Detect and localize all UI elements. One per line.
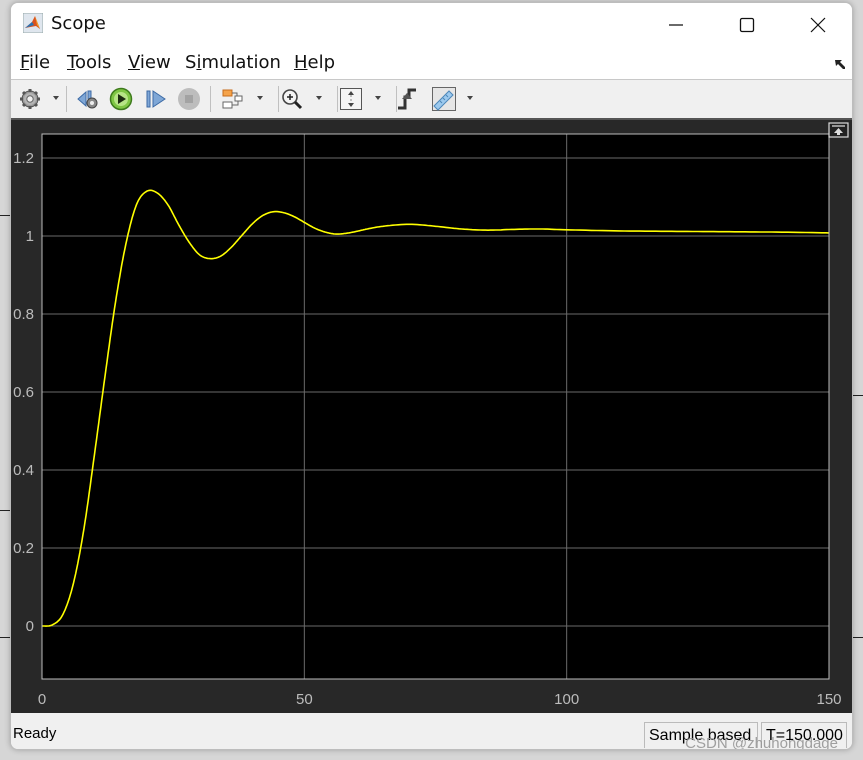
y-tick-label: 1.2: [13, 150, 34, 167]
minimize-icon: [669, 24, 683, 26]
minimize-button[interactable]: [656, 11, 696, 39]
highlight-dropdown-arrow[interactable]: [257, 96, 263, 100]
measurements-button[interactable]: [430, 85, 458, 113]
toolbar-separator: [210, 86, 211, 112]
step-forward-icon: [146, 90, 166, 108]
scale-dropdown-arrow[interactable]: [375, 96, 381, 100]
maximize-button[interactable]: [727, 11, 767, 39]
close-icon: [810, 17, 826, 33]
fit-axes-icon: [340, 88, 362, 110]
menu-help[interactable]: Help: [294, 52, 335, 73]
menu-view-rest: iew: [139, 52, 171, 73]
close-button[interactable]: [798, 11, 838, 39]
settings-dropdown-arrow[interactable]: [53, 96, 59, 100]
y-tick-label: 0.6: [13, 384, 34, 401]
y-tick-label: 0: [26, 618, 34, 635]
menu-simulation-rest: mulation: [201, 52, 281, 73]
menu-view-mnemonic: V: [128, 52, 140, 73]
status-bar: Ready Sample based T=150.000 CSDN @zhuho…: [11, 713, 852, 749]
matlab-logo-icon: [22, 12, 44, 34]
status-text: Ready: [13, 725, 57, 742]
zoom-dropdown-arrow[interactable]: [316, 96, 322, 100]
background-line: [852, 395, 863, 396]
triggers-button[interactable]: [394, 85, 420, 113]
menu-view[interactable]: View: [128, 52, 171, 73]
gear-icon: [20, 89, 40, 109]
x-tick-label: 50: [296, 691, 313, 708]
step-forward-button[interactable]: [143, 85, 169, 113]
play-icon: [109, 87, 133, 111]
title-bar[interactable]: Scope: [11, 3, 852, 45]
settings-button[interactable]: [17, 85, 43, 113]
scale-axes-button[interactable]: [338, 85, 364, 113]
menu-file-mnemonic: F: [20, 52, 30, 73]
step-back-button[interactable]: [75, 85, 101, 113]
y-tick-label: 0.8: [13, 306, 34, 323]
background-line: [852, 637, 863, 638]
stop-icon: [178, 88, 200, 110]
zoom-in-icon: [282, 89, 303, 110]
y-tick-label: 1: [26, 228, 34, 245]
scope-plot[interactable]: 0 0.2 0.4 0.6 0.8 1 1.2 0 50 100 150: [11, 120, 852, 713]
scope-window: Scope File Tools View Simulation Help 0 …: [10, 2, 853, 750]
menu-help-mnemonic: H: [294, 52, 308, 73]
axes-background: [42, 134, 829, 679]
scope-display: 0 0.2 0.4 0.6 0.8 1 1.2 0 50 100 150: [11, 120, 852, 713]
undock-plot-button[interactable]: [828, 122, 849, 138]
menu-help-rest: elp: [307, 52, 336, 73]
menu-simulation-pre: S: [185, 52, 197, 73]
step-back-icon: [77, 90, 98, 109]
background-line: [0, 510, 10, 511]
maximize-icon: [739, 17, 755, 33]
menu-file[interactable]: File: [20, 52, 50, 73]
trigger-icon: [398, 88, 416, 110]
toolbar-separator: [66, 86, 67, 112]
y-tick-label: 0.2: [13, 540, 34, 557]
background-line: [0, 215, 10, 216]
ruler-icon: [432, 87, 456, 111]
stop-button[interactable]: [176, 85, 202, 113]
toolbar: [11, 80, 852, 120]
window-title: Scope: [51, 13, 106, 34]
y-tick-label: 0.4: [13, 462, 34, 479]
run-button[interactable]: [108, 85, 134, 113]
undock-arrow-icon[interactable]: [834, 57, 846, 69]
menu-tools-rest: ools: [74, 52, 112, 73]
zoom-in-button[interactable]: [279, 85, 305, 113]
menu-tools[interactable]: Tools: [67, 52, 111, 73]
background-line: [0, 637, 10, 638]
x-tick-label: 0: [38, 691, 46, 708]
highlight-block-button[interactable]: [219, 85, 245, 113]
menu-bar: File Tools View Simulation Help: [11, 45, 852, 80]
measurements-dropdown-arrow[interactable]: [467, 96, 473, 100]
watermark: CSDN @zhuhongdage: [685, 735, 838, 750]
block-diagram-icon: [222, 89, 243, 109]
menu-file-rest: ile: [29, 52, 51, 73]
x-tick-label: 150: [816, 691, 841, 708]
x-tick-label: 100: [554, 691, 579, 708]
menu-tools-mnemonic: T: [67, 52, 75, 73]
menu-simulation[interactable]: Simulation: [185, 52, 281, 73]
